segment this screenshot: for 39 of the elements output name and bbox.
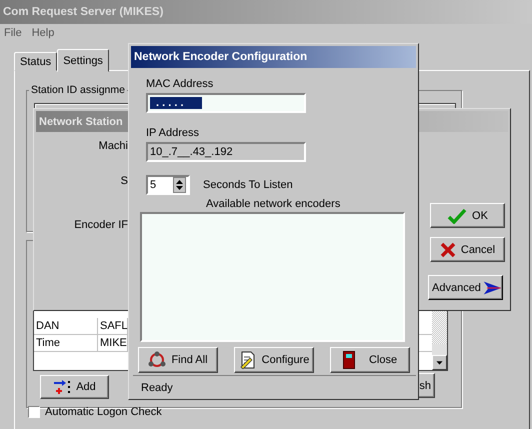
advanced-button[interactable]: Advanced [428,275,503,300]
add-icon [53,379,72,395]
list-label: Available network encoders [206,198,342,210]
mac-address-field[interactable]: . . . . . [146,93,306,113]
network-icon [148,351,166,369]
add-button[interactable]: Add [40,375,109,399]
group-label: Station ID assignme [29,84,127,96]
field-label: Seconds To Listen [203,179,293,191]
tab[interactable]: Status [14,52,58,71]
dialog-title: Network Station [39,116,123,128]
document-pencil-icon [238,351,257,369]
door-icon [342,351,355,369]
configure-button[interactable]: Configure [234,347,314,373]
checkbox[interactable] [28,406,40,418]
field-label: Encoder IF [73,219,128,231]
spinner-arrows-icon[interactable] [173,177,186,193]
close-icon [440,242,456,258]
menu-item[interactable]: Help [32,27,54,42]
close-button[interactable]: Close [330,347,410,373]
scroll-down-icon[interactable] [432,355,447,370]
seconds-spinner[interactable]: 5 [146,175,190,195]
tab[interactable]: Settings [57,49,109,72]
menu-item[interactable]: File [4,27,22,42]
checkbox-label: Automatic Logon Check [45,406,162,418]
status-text: Ready [141,382,173,394]
window-title: Com Request Server (MIKES) [3,6,164,18]
dialog-title: Network Encoder Configuration [134,51,308,63]
scrollbar[interactable] [432,310,447,370]
field-label: Machi [98,140,128,152]
cancel-button[interactable]: Cancel [430,237,505,262]
table-cell: DAN [34,318,98,334]
field-label: S [120,175,128,187]
find-all-button[interactable]: Find All [138,347,218,373]
table-cell: Time [34,335,98,351]
encoder-list[interactable] [140,212,405,342]
field-label: MAC Address [146,78,214,90]
field-label: IP Address [146,127,200,139]
checkmark-icon [447,208,468,224]
ok-button[interactable]: OK [430,203,505,228]
